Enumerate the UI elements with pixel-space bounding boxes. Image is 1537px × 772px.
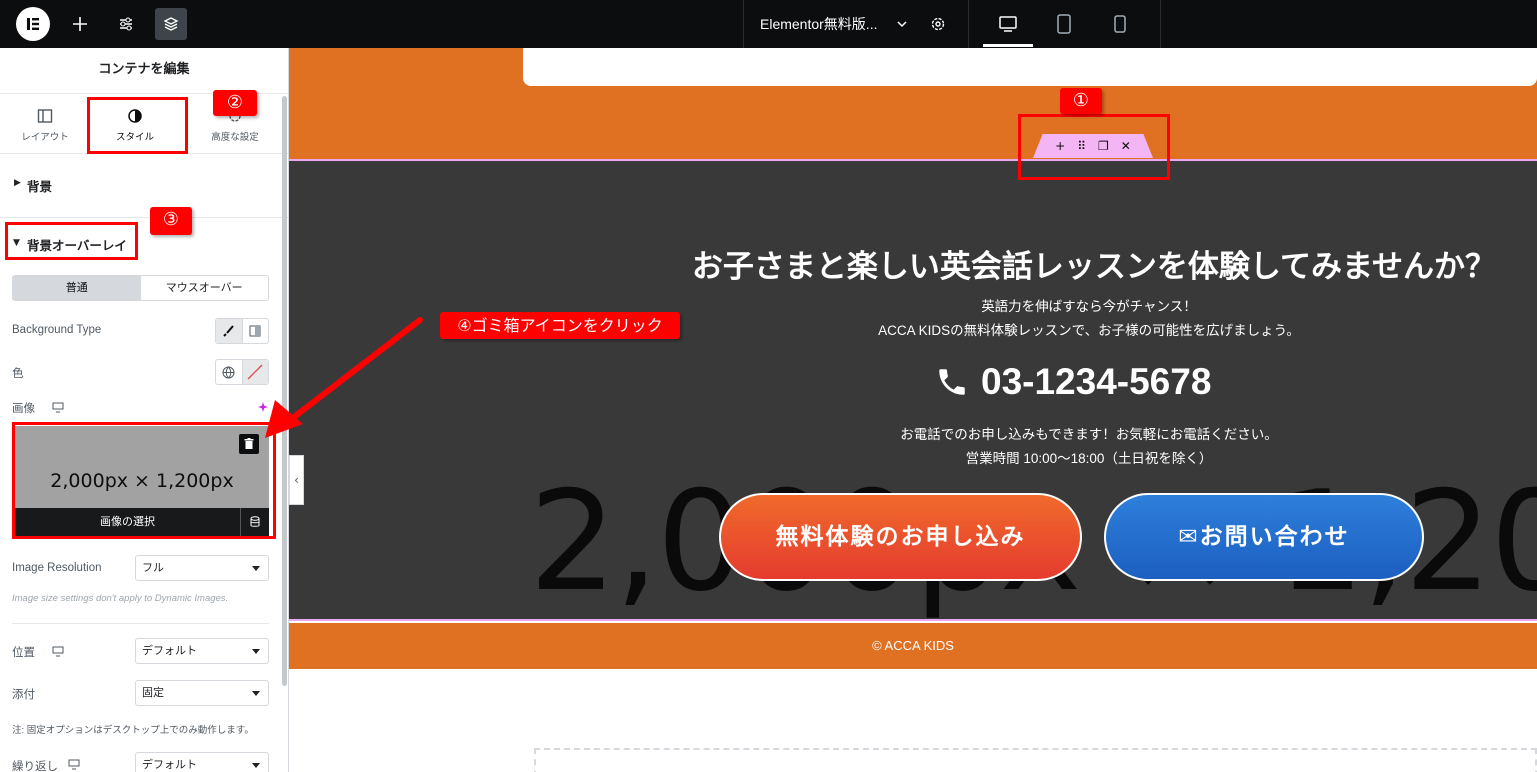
caret-right-icon: ▶	[14, 178, 21, 188]
attachment-select[interactable]: 固定	[135, 680, 269, 706]
phone-number: 03-1234-5678	[935, 361, 1211, 403]
annotation-box-4	[12, 422, 276, 539]
cta-section[interactable]: 2,000px × 1,200px お子さまと楽しい英会話レッスンを体験してみま…	[289, 159, 1537, 621]
responsive-desktop-icon[interactable]	[52, 646, 64, 657]
cta-secondary-label: お問い合わせ	[1199, 524, 1350, 550]
annotation-badge-3: ③	[150, 207, 192, 235]
active-device-indicator	[983, 44, 1033, 47]
annotation-badge-2: ②	[213, 90, 257, 116]
tablet-device-icon[interactable]	[1048, 8, 1080, 40]
phone-number-text: 03-1234-5678	[981, 361, 1212, 402]
site-settings-icon[interactable]	[110, 8, 142, 40]
site-footer: © ACCA KIDS	[289, 623, 1537, 669]
collapse-panel-icon[interactable]: ‹	[289, 455, 304, 505]
top-bar: Elementor無料版...	[0, 0, 1537, 48]
elementor-logo-icon[interactable]	[16, 7, 50, 41]
repeat-label: 繰り返し	[12, 761, 58, 772]
annotation-box-3	[5, 222, 138, 260]
position-label: 位置	[12, 647, 35, 659]
editor-panel: コンテナを編集 レイアウト スタイル 高度な設定 ▶ 背景 ▼ 背景オーバーレイ…	[0, 48, 289, 772]
document-title[interactable]: Elementor無料版...	[760, 14, 877, 34]
section-background[interactable]: ▶ 背景	[0, 154, 288, 218]
annotation-box-1	[1018, 114, 1170, 180]
content-card	[523, 48, 1537, 86]
preview-canvas: + ⠿ ❐ ✕ 2,000px × 1,200px お子さまと楽しい英会話レッス…	[289, 48, 1537, 772]
hero-sub2: ACCA KIDSの無料体験レッスンで、お子様の可能性を広げましょう。	[878, 323, 1300, 338]
global-colors-icon[interactable]	[216, 360, 242, 384]
cta-secondary-button[interactable]: ✉お問い合わせ	[1104, 493, 1424, 581]
layout-icon	[37, 109, 53, 123]
bg-type-label: Background Type	[12, 324, 102, 336]
structure-layers-icon[interactable]	[155, 8, 187, 40]
annotation-arrow	[265, 317, 423, 438]
panel-title: コンテナを編集	[0, 48, 288, 94]
add-section-dropzone[interactable]	[534, 748, 1537, 772]
attachment-label: 添付	[12, 689, 35, 701]
annotation-badge-4: ④ゴミ箱アイコンをクリック	[440, 312, 680, 339]
annotation-box-2	[87, 97, 188, 154]
responsive-desktop-icon[interactable]	[52, 402, 64, 413]
annotation-badge-1: ①	[1060, 88, 1102, 114]
repeat-select[interactable]: デフォルト	[135, 752, 269, 772]
tab-layout-label: レイアウト	[21, 132, 69, 143]
phone-note1: お電話でのお申し込みもできます！お気軽にお電話ください。	[900, 427, 1278, 442]
cta-primary-button[interactable]: 無料体験のお申し込み	[719, 493, 1082, 581]
image-resolution-note: Image size settings don't apply to Dynam…	[12, 593, 229, 604]
phone-note2: 営業時間 10:00〜18:00（土日祝を除く）	[965, 451, 1213, 466]
position-select[interactable]: デフォルト	[135, 638, 269, 664]
attachment-note: 注: 固定オプションはデスクトップ上でのみ動作します。	[12, 725, 254, 736]
state-switcher: 普通 マウスオーバー	[12, 275, 269, 301]
responsive-desktop-icon[interactable]	[68, 759, 80, 770]
page-settings-gear-icon[interactable]	[922, 8, 954, 40]
mobile-device-icon[interactable]	[1104, 8, 1136, 40]
mail-icon: ✉	[1178, 524, 1200, 550]
tab-layout[interactable]: レイアウト	[0, 94, 90, 152]
section-background-label: 背景	[27, 179, 53, 194]
color-label: 色	[12, 368, 24, 380]
add-element-icon[interactable]	[64, 8, 96, 40]
phone-icon	[939, 369, 965, 395]
hero-heading: お子さまと楽しい英会話レッスンを体験してみませんか？	[691, 249, 1497, 285]
chevron-down-icon[interactable]	[886, 8, 918, 40]
desktop-device-icon[interactable]	[992, 8, 1024, 40]
image-resolution-label: Image Resolution	[12, 562, 102, 574]
image-label: 画像	[12, 403, 35, 415]
state-hover-tab[interactable]: マウスオーバー	[141, 276, 269, 300]
state-normal-tab[interactable]: 普通	[13, 276, 141, 300]
tab-advanced-label: 高度な設定	[211, 132, 259, 143]
image-resolution-select[interactable]: フル	[135, 555, 269, 581]
brush-icon[interactable]	[216, 319, 242, 343]
hero-sub1: 英語力を伸ばすなら今がチャンス！	[981, 299, 1197, 314]
